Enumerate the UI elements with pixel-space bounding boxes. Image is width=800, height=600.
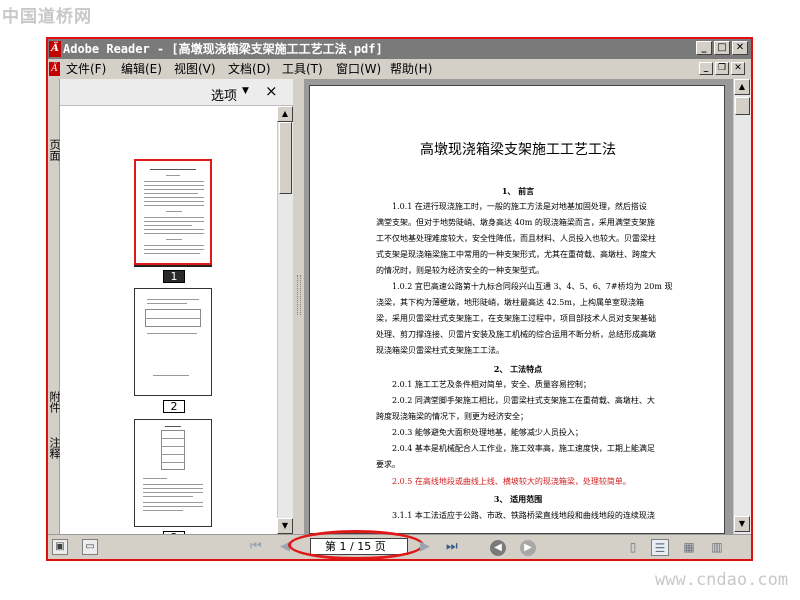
- annotation-highlight-ellipse: [288, 530, 424, 559]
- continuous-facing-icon[interactable]: ▥: [708, 539, 726, 556]
- thumbnail-label-1: 1: [163, 270, 185, 283]
- thumbnails-scrollbar[interactable]: ▲ ▼: [277, 106, 293, 534]
- menu-tools[interactable]: 工具(T): [282, 61, 323, 77]
- document-title: 高墩现浇箱梁支架施工工艺工法: [420, 142, 616, 158]
- section-heading: 3、 适用范围: [493, 494, 543, 504]
- paragraph-line: 1.0.2 宜巴高速公路第十九标合同段兴山互通 3、4、5、6、7#桥均为 20…: [392, 282, 673, 291]
- menu-file[interactable]: 文件(F): [66, 61, 106, 77]
- section-heading: 1、 前言: [501, 186, 535, 196]
- facing-pages-icon[interactable]: ▦: [680, 539, 698, 556]
- next-view-icon[interactable]: ▶: [520, 540, 536, 556]
- panel-splitter[interactable]: [294, 79, 304, 534]
- previous-view-icon[interactable]: ◀: [490, 540, 506, 556]
- adobe-reader-icon[interactable]: Ä: [49, 41, 61, 57]
- scroll-down-icon[interactable]: ▼: [734, 516, 750, 532]
- document-page: 高墩现浇箱梁支架施工工艺工法 1、 前言 1.0.1 在进行现浇施工时，一般的施…: [309, 85, 725, 534]
- continuous-page-icon[interactable]: ☰: [651, 539, 669, 556]
- paragraph-line: 满堂支架。但对于地势陡峭、墩身高达 40m 的现浇箱梁而言，采用满堂支架施: [376, 218, 655, 227]
- doc-minimize-button[interactable]: _: [699, 62, 713, 75]
- panel-close-button[interactable]: ×: [265, 82, 278, 100]
- doc-restore-button[interactable]: ❐: [715, 62, 729, 75]
- document-view: 高墩现浇箱梁支架施工工艺工法 1、 前言 1.0.1 在进行现浇施工时，一般的施…: [304, 79, 733, 534]
- paragraph-line: 式支架是现浇箱梁施工中常用的一种支架形式，尤其在重荷载、高墩柱、跨度大: [376, 250, 656, 259]
- thumbnails-scroll-thumb[interactable]: [279, 122, 292, 194]
- thumbnails-header: 选项 ▼ ×: [60, 79, 293, 106]
- navigation-tabs: 页面 附件 注释: [48, 79, 61, 535]
- tab-attachments[interactable]: 附件: [48, 391, 61, 413]
- page-size-icon[interactable]: ▭: [82, 539, 98, 555]
- scroll-down-icon[interactable]: ▼: [277, 518, 293, 534]
- page-thumbnail-1[interactable]: [134, 159, 212, 265]
- status-bar: ▣ ▭ ⏮ ◀ 第 1 / 15 页 ▶ ⏭ ◀ ▶ ▯ ☰ ▦ ▥: [48, 530, 751, 559]
- document-scroll-thumb[interactable]: [735, 97, 750, 115]
- paragraph-line: 2.0.2 同满堂脚手架施工相比，贝雷梁柱式支架施工在重荷载、高墩柱、大: [392, 396, 655, 405]
- close-button[interactable]: ✕: [732, 41, 748, 55]
- paragraph-line: 的情况时，则是较为经济安全的一种支架型式。: [376, 266, 544, 275]
- scroll-up-icon[interactable]: ▲: [734, 79, 750, 95]
- paragraph-line: 3.1.1 本工法适应于公路、市政、铁路桥梁直线地段和曲线地段的连续现浇: [392, 511, 655, 520]
- paragraph-line: 要求。: [376, 460, 400, 469]
- doc-close-button[interactable]: ✕: [731, 62, 745, 75]
- paragraph-line: 2.0.4 基本是机械配合人工作业，施工效率高，施工速度快，工期上能满足: [392, 444, 655, 453]
- thumbnail-1-shadow: [134, 265, 212, 267]
- menu-document[interactable]: 文档(D): [228, 61, 271, 77]
- menu-edit[interactable]: 编辑(E): [121, 61, 162, 77]
- paragraph-line: 2.0.3 能够避免大面积处理地基，能够减少人员投入；: [392, 428, 583, 437]
- maximize-button[interactable]: □: [714, 41, 730, 55]
- paragraph-line: 2.0.1 施工工艺及条件相对简单，安全、质量容易控制；: [392, 380, 591, 389]
- menu-help[interactable]: 帮助(H): [390, 61, 432, 77]
- window-title: Adobe Reader - [高墩现浇箱梁支架施工工艺工法.pdf]: [63, 42, 383, 56]
- options-menu-button[interactable]: 选项: [211, 85, 237, 104]
- watermark-bottom-right: www.cndao.com: [655, 570, 789, 590]
- first-page-icon[interactable]: ⏮: [250, 539, 262, 555]
- splitter-grip: [297, 275, 301, 315]
- reader-window: Ä Adobe Reader - [高墩现浇箱梁支架施工工艺工法.pdf] _ …: [46, 37, 753, 561]
- scroll-up-icon[interactable]: ▲: [277, 106, 293, 122]
- paragraph-line: 浇梁，其下构为薄壁墩，地形陡峭，墩柱最高达 42.5m，上构属单室现浇箱: [376, 298, 644, 307]
- tab-pages[interactable]: 页面: [48, 139, 61, 161]
- paragraph-line: 工不仅地基处理难度较大，安全性降低，而且材料、人员投入也较大。贝雷梁柱: [376, 234, 656, 243]
- paragraph-line: 梁，采用贝雷梁柱式支架施工，在支架施工过程中，项目部技术人员对支架基础: [376, 314, 656, 323]
- show-navigation-icon[interactable]: ▣: [52, 539, 68, 555]
- highlighted-line: 2.0.5 在高线地段或曲线上线、横坡较大的现浇箱梁，处理较简单。: [392, 477, 631, 486]
- tab-comments[interactable]: 注释: [48, 437, 61, 459]
- thumbnail-label-2: 2: [163, 400, 185, 413]
- minimize-icon: _: [701, 42, 707, 53]
- document-scrollbar[interactable]: ▲ ▼: [733, 79, 751, 534]
- last-page-icon[interactable]: ⏭: [446, 539, 458, 555]
- chevron-down-icon: ▼: [242, 86, 249, 96]
- menu-view[interactable]: 视图(V): [174, 61, 216, 77]
- next-page-icon[interactable]: ▶: [420, 539, 430, 555]
- document-icon[interactable]: Ä: [49, 62, 60, 76]
- paragraph-line: 1.0.1 在进行现浇施工时，一般的施工方法是对地基加固处理，然后搭设: [392, 202, 647, 211]
- paragraph-line: 现浇箱梁贝雷梁柱式支架施工工法。: [376, 346, 504, 355]
- page-thumbnail-2[interactable]: [134, 288, 212, 396]
- close-icon: ✕: [735, 42, 745, 53]
- page-thumbnail-3[interactable]: [134, 419, 212, 527]
- menu-window[interactable]: 窗口(W): [336, 61, 381, 77]
- minimize-button[interactable]: _: [696, 41, 712, 55]
- menu-bar: Ä 文件(F) 编辑(E) 视图(V) 文档(D) 工具(T) 窗口(W) 帮助…: [48, 59, 751, 79]
- paragraph-line: 处理、剪刀撑连接、贝雷片安装及施工机械的综合运用不断分析，总结形成高墩: [376, 330, 656, 339]
- watermark-top-left: 中国道桥网: [2, 7, 92, 27]
- single-page-icon[interactable]: ▯: [624, 539, 642, 556]
- paragraph-line: 跨度现浇箱梁的情况下，则更为经济安全；: [376, 412, 528, 421]
- maximize-icon: □: [717, 42, 727, 53]
- thumbnails-panel: 选项 ▼ × 1 2 ▲ ▼: [60, 79, 293, 544]
- title-bar: Ä Adobe Reader - [高墩现浇箱梁支架施工工艺工法.pdf] _ …: [48, 39, 751, 59]
- section-heading: 2、 工法特点: [493, 364, 543, 374]
